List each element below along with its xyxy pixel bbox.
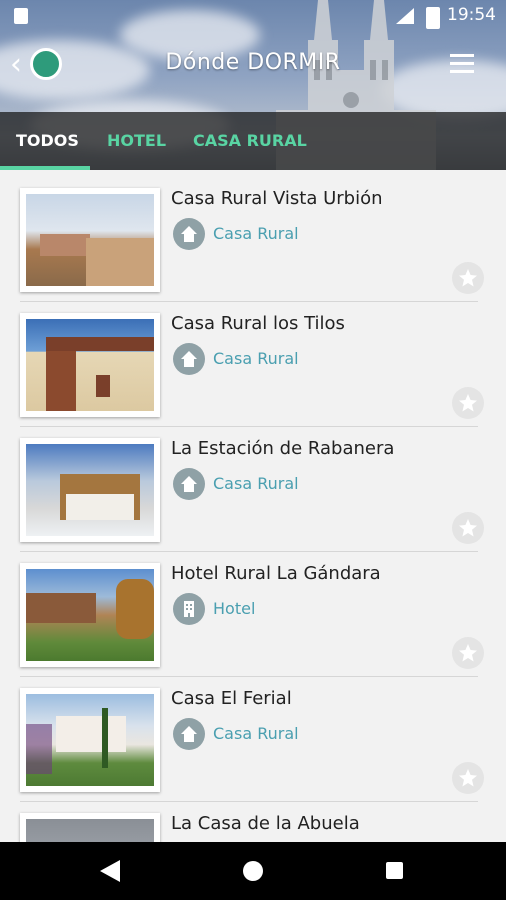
thumbnail-image — [20, 438, 160, 542]
item-name: Casa El Ferial — [171, 688, 292, 709]
item-category: Hotel — [213, 599, 256, 618]
star-icon[interactable] — [452, 762, 484, 794]
list-item[interactable]: La Estación de Rabanera Casa Rural — [20, 420, 484, 552]
star-icon[interactable] — [452, 387, 484, 419]
thumbnail-image — [20, 313, 160, 417]
star-icon[interactable] — [452, 637, 484, 669]
tab-todos[interactable]: TODOS — [16, 112, 79, 170]
hamburger-menu-icon[interactable] — [450, 54, 474, 74]
list-item[interactable]: Casa Rural los Tilos Casa Rural — [20, 295, 484, 427]
house-icon — [173, 468, 205, 500]
nav-recents-icon[interactable] — [386, 862, 403, 879]
item-category: Casa Rural — [213, 474, 299, 493]
tab-casa-rural[interactable]: CASA RURAL — [193, 112, 307, 170]
item-name: Casa Rural Vista Urbión — [171, 188, 383, 209]
thumbnail-image — [20, 688, 160, 792]
list-item[interactable]: Casa Rural Vista Urbión Casa Rural — [20, 170, 484, 302]
accommodation-list[interactable]: Casa Rural Vista Urbión Casa Rural Casa … — [0, 170, 506, 842]
thumbnail-image — [20, 188, 160, 292]
tab-hotel[interactable]: HOTEL — [107, 112, 166, 170]
hotel-icon — [173, 593, 205, 625]
page-title: Dónde DORMIR — [165, 50, 341, 75]
signal-icon — [396, 8, 414, 24]
status-time: 19:54 — [447, 5, 496, 25]
list-item[interactable]: La Casa de la Abuela — [20, 795, 478, 842]
star-icon[interactable] — [452, 512, 484, 544]
app-toolbar: ‹ Dónde DORMIR — [0, 32, 506, 102]
house-icon — [173, 343, 205, 375]
house-icon — [173, 718, 205, 750]
nav-back-icon[interactable] — [100, 860, 120, 882]
star-icon[interactable] — [452, 262, 484, 294]
category-tabs: TODOS HOTEL CASA RURAL — [0, 112, 506, 170]
item-category: Casa Rural — [213, 224, 299, 243]
battery-icon — [426, 7, 440, 29]
item-name: La Casa de la Abuela — [171, 813, 360, 834]
nav-home-icon[interactable] — [243, 861, 263, 881]
item-name: Casa Rural los Tilos — [171, 313, 345, 334]
list-item[interactable]: Hotel Rural La Gándara Hotel — [20, 545, 484, 677]
house-icon — [173, 218, 205, 250]
list-item[interactable]: Casa El Ferial Casa Rural — [20, 670, 484, 802]
thumbnail-image — [20, 813, 160, 842]
thumbnail-image — [20, 563, 160, 667]
status-bar: 19:54 — [0, 0, 506, 32]
item-category: Casa Rural — [213, 724, 299, 743]
sd-card-icon — [14, 8, 28, 24]
item-category: Casa Rural — [213, 349, 299, 368]
system-nav-bar — [0, 842, 506, 900]
item-name: La Estación de Rabanera — [171, 438, 395, 459]
item-name: Hotel Rural La Gándara — [171, 563, 381, 584]
